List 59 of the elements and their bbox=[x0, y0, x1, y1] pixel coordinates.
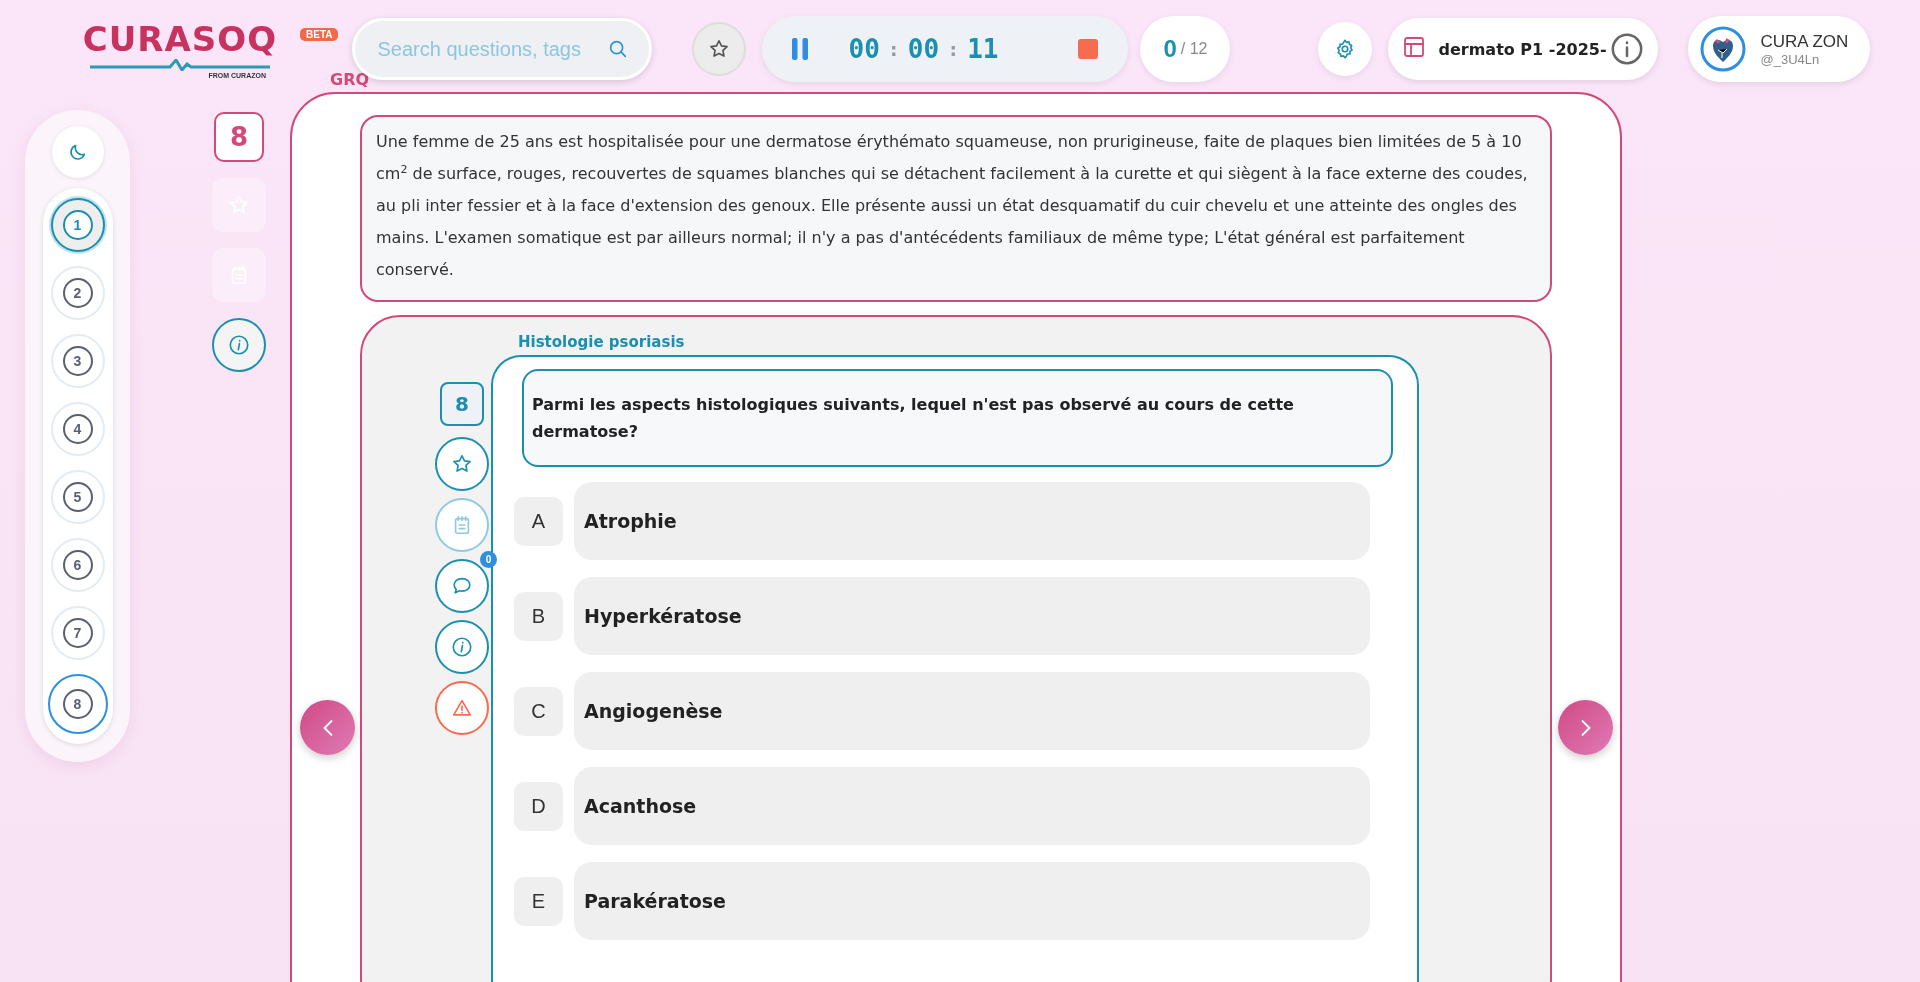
question-nav-button[interactable]: 5 bbox=[50, 470, 105, 524]
info-button[interactable] bbox=[435, 620, 489, 674]
question-nav-button[interactable]: 2 bbox=[50, 266, 105, 320]
report-button[interactable] bbox=[435, 681, 489, 735]
answer-option[interactable]: Acanthose bbox=[574, 767, 1370, 845]
search-field[interactable]: Search questions, tags bbox=[375, 36, 608, 62]
info-icon bbox=[228, 334, 250, 356]
total-count: / 12 bbox=[1180, 40, 1208, 58]
answer-option[interactable]: Parakératose bbox=[574, 862, 1370, 940]
timer-digits: 11 bbox=[967, 34, 999, 64]
answer-option[interactable]: Angiogenèse bbox=[574, 672, 1370, 750]
chevron-right-icon bbox=[1580, 719, 1591, 736]
question-number: 8 bbox=[440, 382, 484, 426]
timer-separator: : bbox=[947, 37, 960, 61]
count-badge: 0 bbox=[480, 551, 497, 568]
info-icon bbox=[451, 636, 473, 658]
option-letter: C bbox=[514, 686, 563, 736]
star-icon bbox=[708, 38, 731, 60]
warning-icon bbox=[451, 697, 473, 719]
settings-button[interactable] bbox=[1318, 22, 1373, 76]
answer-option[interactable]: Hyperkératose bbox=[574, 577, 1370, 655]
user-name: CURA ZON bbox=[1760, 31, 1849, 52]
option-letter: D bbox=[514, 781, 563, 831]
answer-option[interactable]: Atrophie bbox=[574, 482, 1370, 560]
option-letter: A bbox=[514, 496, 563, 546]
speech-bubble-icon bbox=[451, 575, 473, 597]
answered-count: 0 bbox=[1163, 35, 1177, 63]
info-button[interactable] bbox=[212, 318, 266, 372]
info-icon bbox=[1610, 32, 1645, 66]
option-letter: E bbox=[514, 876, 563, 926]
timer-digits: 00 bbox=[848, 34, 880, 64]
user-profile[interactable]: CURA ZON @_3U4Ln bbox=[1688, 16, 1871, 82]
star-icon bbox=[451, 453, 473, 475]
chevron-left-icon bbox=[322, 719, 333, 736]
question-nav-button[interactable]: 8 bbox=[47, 674, 108, 734]
layout-icon bbox=[1402, 35, 1427, 59]
case-description: Une femme de 25 ans est hospitalisée pour une dermatose érythémato squameuse, non prurigineuse, faite de plaques bien limitées de 5 à 10 cm$^{2}$ de surface, rouges, recouvertes de squames blanches qui se détachent facilement à la curette et qui siègent à la face externe des coudes, au pli inter fessier et à la face d'extension des genoux. Elle présente aussi un état desquamatif du cuir chevelu et une atteinte des ongles des mains. L'examen somatique est par ailleurs normal; il n'y a pas d'antécédents familiaux de même type; L'état général est parfaitement conservé. bbox=[360, 115, 1552, 302]
pause-icon[interactable] bbox=[792, 38, 809, 60]
question-nav-button[interactable]: 1 bbox=[50, 198, 105, 252]
question-nav-button[interactable]: 4 bbox=[50, 402, 105, 456]
timer-digits: 00 bbox=[907, 34, 940, 64]
favorite-button[interactable] bbox=[435, 437, 489, 491]
previous-button[interactable] bbox=[300, 700, 355, 755]
question-nav-button[interactable]: 7 bbox=[50, 606, 105, 660]
stop-icon[interactable] bbox=[1078, 39, 1099, 59]
exam-selector[interactable]: dermato P1 -2025- bbox=[1388, 18, 1659, 80]
user-handle: @_3U4Ln bbox=[1760, 51, 1821, 67]
question-nav-button[interactable]: 6 bbox=[50, 538, 105, 592]
beta-badge: BETA bbox=[300, 28, 339, 41]
question-number: 8 bbox=[214, 112, 264, 162]
question-nav-button[interactable]: 3 bbox=[50, 334, 105, 388]
theme-button[interactable] bbox=[51, 126, 104, 178]
favorites-button[interactable] bbox=[692, 22, 747, 76]
next-button[interactable] bbox=[1558, 700, 1613, 755]
topic-label: Histologie psoriasis bbox=[518, 333, 685, 351]
avatar bbox=[1700, 26, 1747, 72]
option-letter: B bbox=[514, 591, 563, 641]
timer-separator: : bbox=[887, 37, 900, 61]
question-text: Parmi les aspects histologiques suivants, lequel n'est pas observé au cours de cette dermatose? bbox=[522, 369, 1393, 467]
